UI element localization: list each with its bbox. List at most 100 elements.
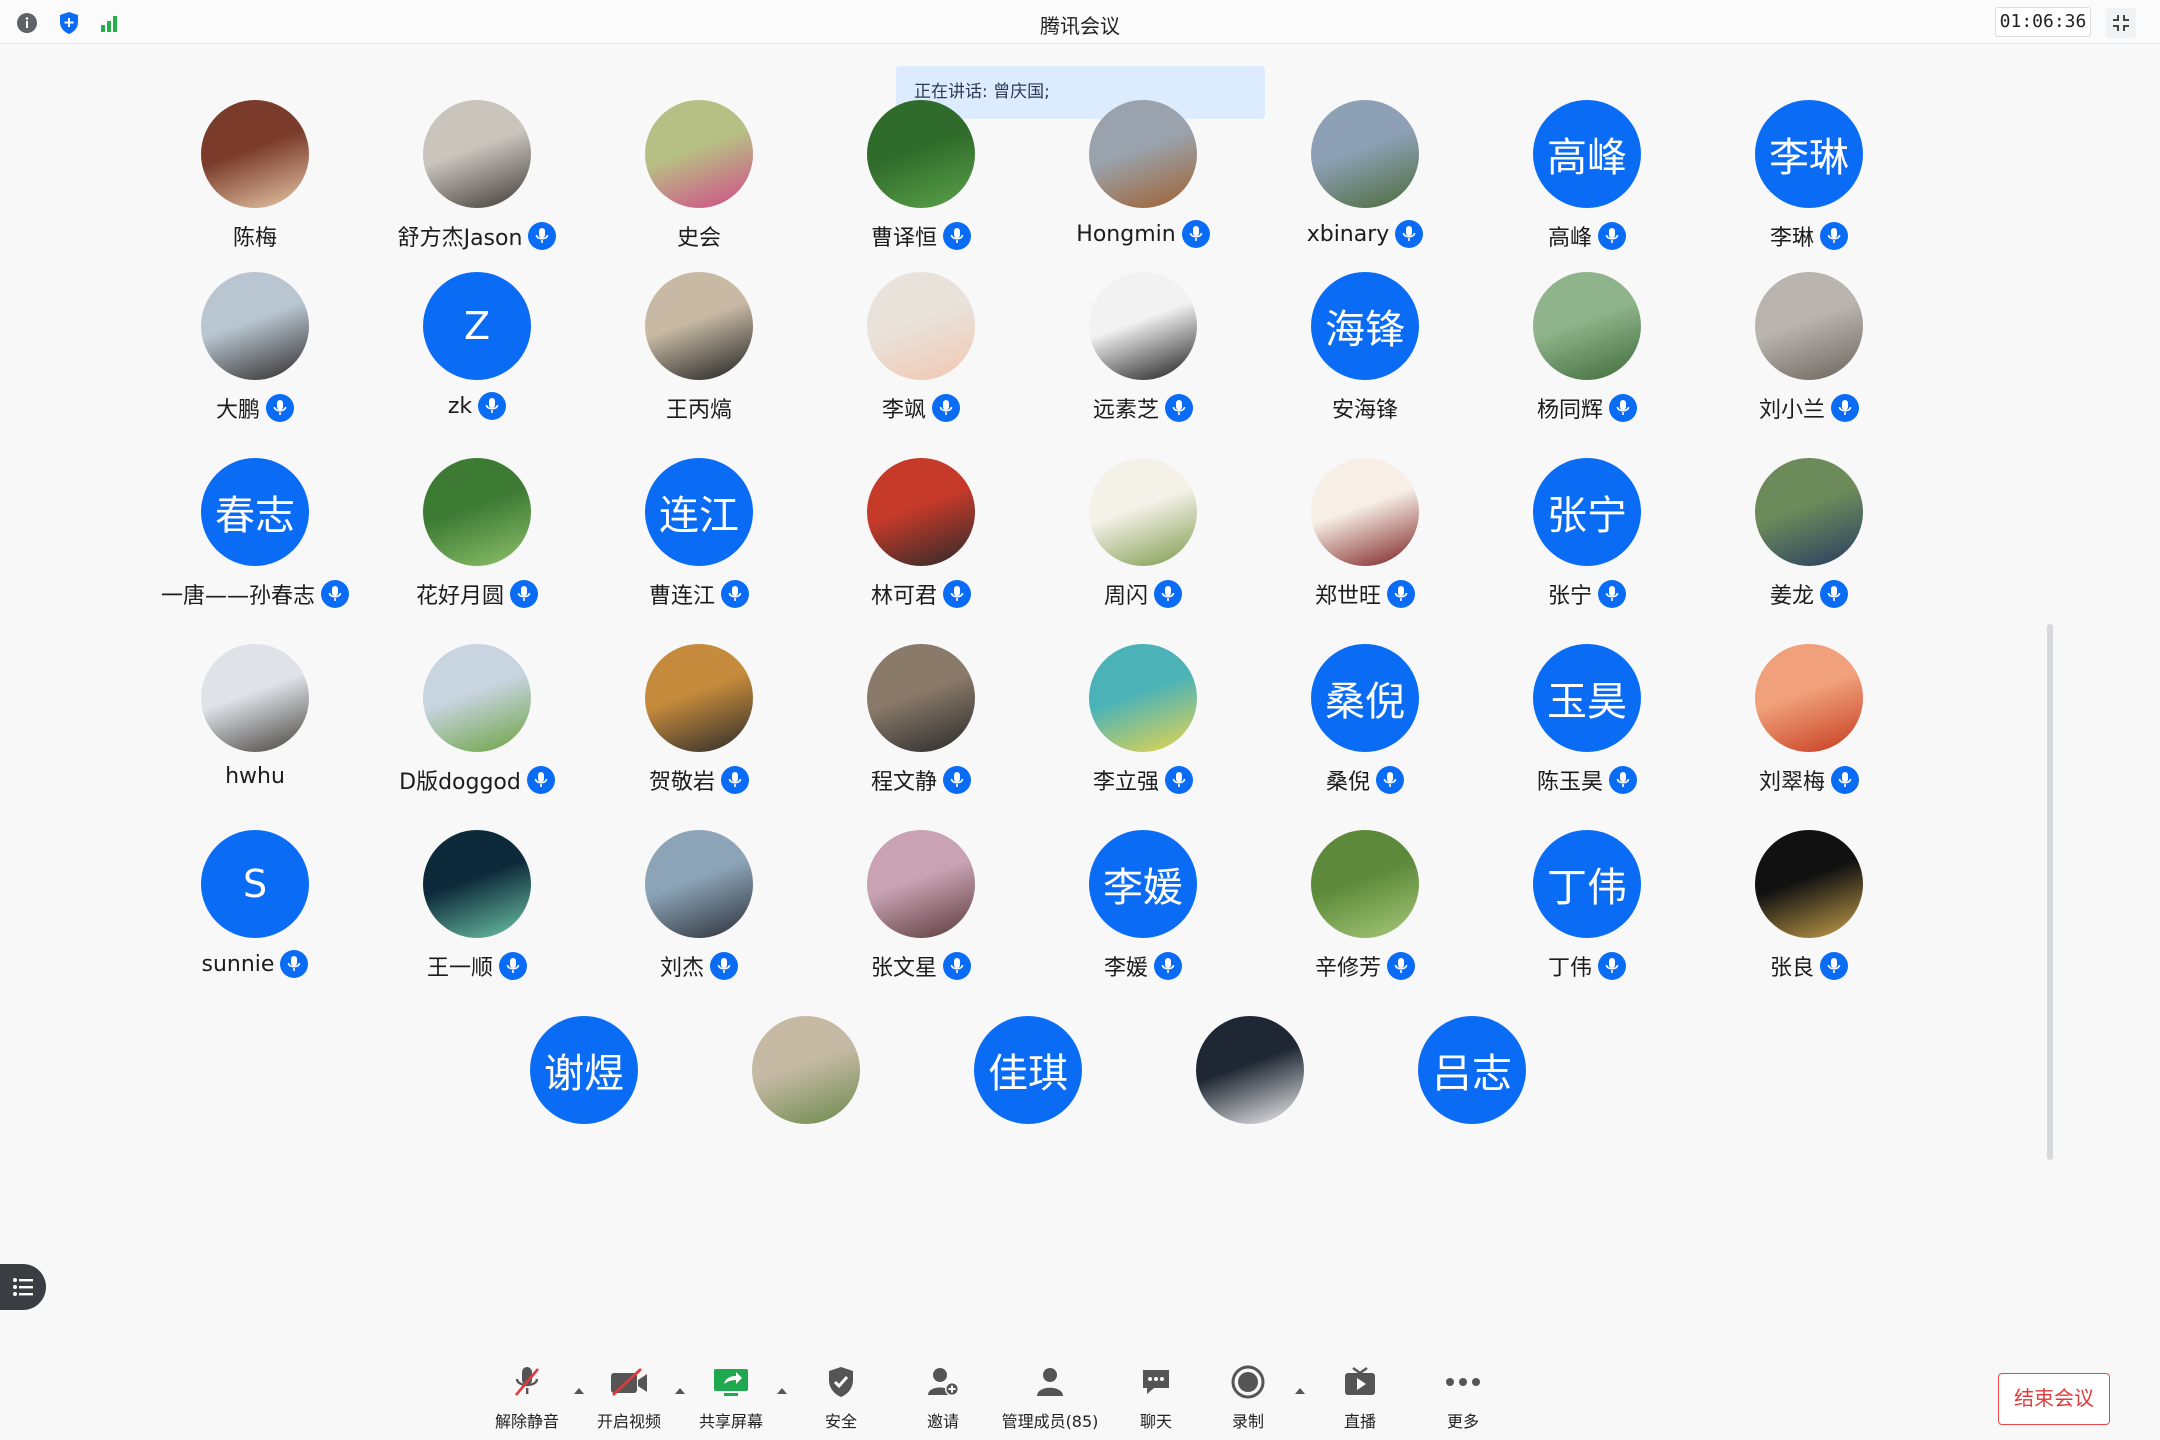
mic-icon [1820, 580, 1848, 608]
participant-tile[interactable] [1150, 1016, 1350, 1176]
participant-tile[interactable]: 贺敬岩 [599, 644, 799, 804]
live-button[interactable]: 直播 [1335, 1360, 1385, 1440]
video-options-caret[interactable] [671, 1382, 689, 1400]
participant-tile[interactable]: 李媛 李媛 [1043, 830, 1243, 990]
participant-tile[interactable]: xbinary [1265, 100, 1465, 260]
participant-tile[interactable]: 王丙熇 [599, 272, 799, 432]
participant-tile[interactable]: 吕志 [1372, 1016, 1572, 1176]
participant-name: 李媛 [1103, 956, 1148, 981]
participant-tile[interactable]: 王一顺 [377, 830, 577, 990]
participant-tile[interactable]: 春志 一唐——孙春志 [155, 458, 355, 618]
manage-members-button[interactable]: 管理成员(85) [999, 1360, 1101, 1440]
participant-tile[interactable] [706, 1016, 906, 1176]
participant-tile[interactable]: 张良 [1709, 830, 1909, 990]
participant-tile[interactable]: 连江 曹连江 [599, 458, 799, 618]
mic-icon [1598, 580, 1626, 608]
list-toggle-icon[interactable] [0, 1264, 46, 1310]
participant-tile[interactable]: 大鹏 [155, 272, 355, 432]
participant-name-row: 高峰 [1487, 220, 1687, 252]
participant-tile[interactable]: 林可君 [821, 458, 1021, 618]
start-video-button[interactable]: 开启视频 [594, 1360, 664, 1440]
share-options-caret[interactable] [773, 1382, 791, 1400]
unmute-button[interactable]: 解除静音 [493, 1360, 561, 1440]
title-bar: 腾讯会议 01:06:36 [0, 0, 2160, 44]
scrollbar[interactable] [2047, 624, 2053, 1160]
participant-tile[interactable]: 玉昊 陈玉昊 [1487, 644, 1687, 804]
participant-tile[interactable]: 周闪 [1043, 458, 1243, 618]
participant-avatar [645, 100, 753, 208]
participant-tile[interactable]: 高峰 高峰 [1487, 100, 1687, 260]
participant-tile[interactable]: D版doggod [377, 644, 577, 804]
record-label: 录制 [1231, 1412, 1264, 1431]
participant-name-row: 王丙熇 [599, 392, 799, 424]
invite-button[interactable]: 邀请 [918, 1360, 968, 1440]
participant-tile[interactable]: 郑世旺 [1265, 458, 1465, 618]
fullscreen-icon[interactable] [2106, 8, 2136, 38]
participant-tile[interactable]: 远素芝 [1043, 272, 1243, 432]
participant-name: 一唐——孙春志 [160, 584, 315, 609]
end-meeting-button[interactable]: 结束会议 [1998, 1373, 2110, 1425]
participant-tile[interactable]: 程文静 [821, 644, 1021, 804]
audio-options-caret[interactable] [570, 1382, 588, 1400]
mic-icon [1387, 952, 1415, 980]
participant-tile[interactable]: 丁伟 丁伟 [1487, 830, 1687, 990]
participant-name: 张良 [1769, 956, 1814, 981]
record-button[interactable]: 录制 [1223, 1360, 1273, 1440]
participant-name-row: 桑倪 [1265, 764, 1465, 796]
participant-name: 周闪 [1103, 584, 1148, 609]
participant-name: 王一顺 [426, 956, 493, 981]
participant-tile[interactable]: Zzk [377, 272, 577, 432]
participant-avatar [1755, 272, 1863, 380]
participant-tile[interactable]: 张文星 [821, 830, 1021, 990]
participant-tile[interactable]: 海锋 安海锋 [1265, 272, 1465, 432]
share-screen-button[interactable]: 共享屏幕 [696, 1360, 766, 1440]
participant-avatar: 连江 [645, 458, 753, 566]
participant-tile[interactable]: 舒方杰Jason [377, 100, 577, 260]
info-icon[interactable] [14, 10, 40, 36]
participant-name-row: 远素芝 [1043, 392, 1243, 424]
participant-name-row: 张宁 [1487, 578, 1687, 610]
participant-name-row: 贺敬岩 [599, 764, 799, 796]
participant-tile[interactable]: 刘小兰 [1709, 272, 1909, 432]
shield-icon[interactable] [56, 10, 82, 36]
participant-tile[interactable]: Ssunnie [155, 830, 355, 990]
participant-name: 姜龙 [1769, 584, 1814, 609]
participant-tile[interactable]: 张宁 张宁 [1487, 458, 1687, 618]
participant-tile[interactable]: 花好月圆 [377, 458, 577, 618]
participant-name: 高峰 [1547, 226, 1592, 251]
participant-tile[interactable]: 佳琪 [928, 1016, 1128, 1176]
participant-name: 郑世旺 [1314, 584, 1381, 609]
mic-icon [280, 950, 309, 978]
participant-tile[interactable]: 陈梅 [155, 100, 355, 260]
participant-tile[interactable]: 谢煜 [484, 1016, 684, 1176]
chat-button[interactable]: 聊天 [1131, 1360, 1181, 1440]
participant-tile[interactable]: 刘翠梅 [1709, 644, 1909, 804]
participant-avatar: 李媛 [1089, 830, 1197, 938]
participant-tile[interactable]: 杨同辉 [1487, 272, 1687, 432]
participant-name: 桑倪 [1325, 770, 1370, 795]
participant-tile[interactable]: Hongmin [1043, 100, 1243, 260]
participant-name: 刘翠梅 [1758, 770, 1825, 795]
participant-tile[interactable]: 姜龙 [1709, 458, 1909, 618]
participant-avatar [1089, 458, 1197, 566]
more-button[interactable]: 更多 [1438, 1360, 1488, 1440]
participant-tile[interactable]: 刘杰 [599, 830, 799, 990]
participant-tile[interactable]: 李琳 李琳 [1709, 100, 1909, 260]
participant-tile[interactable]: 李飒 [821, 272, 1021, 432]
mic-icon [943, 952, 971, 980]
record-options-caret[interactable] [1291, 1382, 1309, 1400]
participant-tile[interactable]: 辛修芳 [1265, 830, 1465, 990]
participant-name-row: 刘翠梅 [1709, 764, 1909, 796]
mic-icon [1387, 580, 1415, 608]
signal-icon[interactable] [96, 10, 122, 36]
mic-icon [932, 394, 960, 422]
participant-tile[interactable]: 李立强 [1043, 644, 1243, 804]
participant-tile[interactable]: 曹译恒 [821, 100, 1021, 260]
participant-tile[interactable]: 史会 [599, 100, 799, 260]
mic-icon [1609, 766, 1637, 794]
participant-avatar: Z [423, 272, 531, 380]
security-button[interactable]: 安全 [816, 1360, 866, 1440]
participant-tile[interactable]: 桑倪 桑倪 [1265, 644, 1465, 804]
participant-tile[interactable]: hwhu [155, 644, 355, 804]
live-stream-icon [1338, 1360, 1382, 1404]
